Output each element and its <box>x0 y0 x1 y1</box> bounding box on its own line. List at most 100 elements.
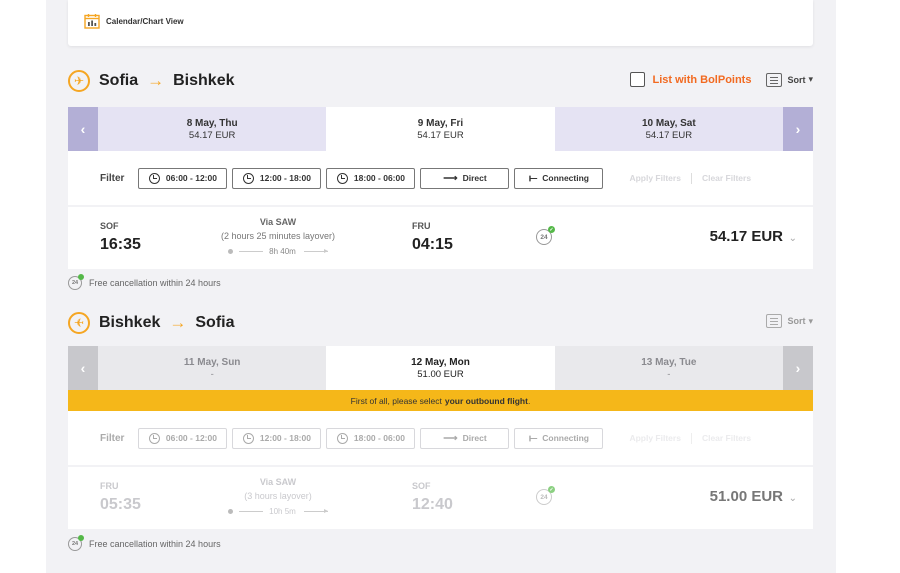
chevron-down-icon[interactable]: ▾ <box>808 74 813 85</box>
inbound-to-city: Sofia <box>195 314 235 331</box>
date-option[interactable]: 11 May, Sun - <box>98 346 327 390</box>
via-airport: Via SAW <box>259 217 297 227</box>
duration-label: 8h 40m <box>269 247 296 256</box>
clock-icon <box>336 172 348 184</box>
flight-price: 51.00 EUR <box>709 488 783 505</box>
filter-morning-button[interactable]: 06:00 - 12:00 <box>138 167 228 189</box>
date-price: - <box>210 368 214 380</box>
next-date-button[interactable]: › <box>782 346 813 390</box>
inbound-route-header: ✈ Bishkek → Sofia Sort ▾ <box>68 310 813 336</box>
clock-icon <box>242 172 254 184</box>
apply-filters-button[interactable]: Apply Filters <box>629 433 680 443</box>
arrival-time: 04:15 <box>412 236 453 253</box>
filter-connecting-button[interactable]: ⟝ Connecting <box>514 427 604 449</box>
departure-time: 16:35 <box>100 236 141 253</box>
outbound-from-city: Sofia <box>99 72 139 89</box>
arrow-right-icon: ⟶ <box>443 432 458 444</box>
flight-duration: 8h 40m <box>198 247 358 256</box>
date-day: 9 May, Fri <box>417 117 464 129</box>
check-icon: ✓ <box>548 486 555 493</box>
date-price: 51.00 EUR <box>417 368 464 380</box>
calendar-view-card: Calendar/Chart View <box>68 0 813 46</box>
badge-24-label: 24 <box>540 493 548 501</box>
filter-direct-button[interactable]: ⟶ Direct <box>420 427 510 449</box>
filter-label: Filter <box>100 432 125 444</box>
filter-label: Filter <box>100 172 125 184</box>
date-option-selected[interactable]: 9 May, Fri 54.17 EUR <box>326 107 555 151</box>
date-price: 54.17 EUR <box>417 129 464 141</box>
sort-icon[interactable] <box>766 314 783 328</box>
filter-morning-button[interactable]: 06:00 - 12:00 <box>138 427 228 449</box>
next-date-button[interactable]: › <box>782 107 813 151</box>
date-option[interactable]: 10 May, Sat 54.17 EUR <box>554 107 783 151</box>
chevron-down-icon[interactable]: ⌄ <box>789 233 797 244</box>
outbound-sort-button[interactable]: Sort <box>787 75 805 85</box>
flight-duration: 10h 5m <box>198 507 358 516</box>
filter-connecting-button[interactable]: ⟝ Connecting <box>514 167 604 189</box>
filter-afternoon-button[interactable]: 12:00 - 18:00 <box>232 427 322 449</box>
chevron-down-icon[interactable]: ▾ <box>808 316 813 327</box>
prev-date-button[interactable]: ‹ <box>68 346 98 390</box>
inbound-from-city: Bishkek <box>99 314 161 331</box>
apply-filters-button[interactable]: Apply Filters <box>629 173 680 183</box>
return-plane-icon: ✈ <box>68 312 90 334</box>
chevron-down-icon[interactable]: ⌄ <box>789 493 797 504</box>
date-price: - <box>667 368 671 380</box>
date-day: 11 May, Sun <box>183 356 241 368</box>
free-cancel-24h-icon: 24 <box>68 535 84 551</box>
select-outbound-notice: First of all, please select your outboun… <box>68 390 813 411</box>
bolpoints-checkbox[interactable] <box>630 72 646 87</box>
connecting-icon: ⟝ <box>528 432 538 444</box>
notice-bold-text: your outbound flight <box>444 395 528 406</box>
free-cancellation-note: 24 Free cancellation within 24 hours <box>68 535 221 551</box>
date-price: 54.17 EUR <box>645 129 693 141</box>
divider <box>690 432 692 444</box>
notice-end: . <box>527 395 531 406</box>
date-option-selected[interactable]: 12 May, Mon 51.00 EUR <box>326 346 555 390</box>
date-day: 13 May, Tue <box>641 356 697 368</box>
check-icon: ✓ <box>548 226 555 233</box>
outbound-flight-row[interactable]: SOF 16:35 Via SAW (2 hours 25 minutes la… <box>68 207 813 269</box>
filter-option-label: 06:00 - 12:00 <box>165 433 217 443</box>
calendar-chart-view-link[interactable]: Calendar/Chart View <box>84 13 184 29</box>
layover-info: (2 hours 25 minutes layover) <box>220 231 336 241</box>
route-arrow-icon: → <box>169 313 187 332</box>
sort-icon[interactable] <box>766 72 783 87</box>
departure-code: FRU <box>100 481 119 491</box>
date-day: 8 May, Thu <box>186 117 238 129</box>
prev-date-button[interactable]: ‹ <box>68 107 98 151</box>
clock-icon <box>148 172 160 184</box>
filter-direct-button[interactable]: ⟶ Direct <box>420 167 510 189</box>
clock-icon <box>242 432 254 444</box>
outbound-date-bar: ‹ 8 May, Thu 54.17 EUR 9 May, Fri 54.17 … <box>68 107 813 151</box>
arrival-code: FRU <box>412 221 431 231</box>
date-day: 12 May, Mon <box>411 356 470 368</box>
inbound-sort-button[interactable]: Sort <box>787 316 805 326</box>
layover-info: (3 hours layover) <box>244 491 312 501</box>
filter-afternoon-button[interactable]: 12:00 - 18:00 <box>232 167 322 189</box>
inbound-filter-bar: Filter 06:00 - 12:00 12:00 - 18:00 18:00… <box>68 411 813 465</box>
free-cancel-24h-icon: 24 ✓ <box>536 486 555 505</box>
date-option[interactable]: 13 May, Tue - <box>554 346 783 390</box>
filter-option-label: 18:00 - 06:00 <box>353 433 405 443</box>
clear-filters-button[interactable]: Clear Filters <box>702 433 751 443</box>
bolpoints-label[interactable]: List with BolPoints <box>652 74 751 86</box>
arrival-time: 12:40 <box>412 496 453 513</box>
departure-code: SOF <box>100 221 119 231</box>
filter-night-button[interactable]: 18:00 - 06:00 <box>326 167 416 189</box>
free-cancel-24h-icon: 24 <box>68 274 84 290</box>
free-cancel-24h-icon: 24 ✓ <box>536 226 555 245</box>
filter-option-label: 12:00 - 18:00 <box>259 433 311 443</box>
clock-icon <box>336 432 348 444</box>
inbound-flight-row[interactable]: FRU 05:35 Via SAW (3 hours layover) 10h … <box>68 467 813 529</box>
connecting-icon: ⟝ <box>528 172 538 184</box>
departure-plane-icon: ✈ <box>68 70 90 92</box>
free-cancellation-text: Free cancellation within 24 hours <box>89 539 221 549</box>
arrival-code: SOF <box>412 481 431 491</box>
date-option[interactable]: 8 May, Thu 54.17 EUR <box>98 107 327 151</box>
clear-filters-button[interactable]: Clear Filters <box>702 173 751 183</box>
free-cancellation-note: 24 Free cancellation within 24 hours <box>68 274 221 290</box>
filter-night-button[interactable]: 18:00 - 06:00 <box>326 427 416 449</box>
notice-text: First of all, please select <box>350 395 442 406</box>
date-price: 54.17 EUR <box>188 129 236 141</box>
